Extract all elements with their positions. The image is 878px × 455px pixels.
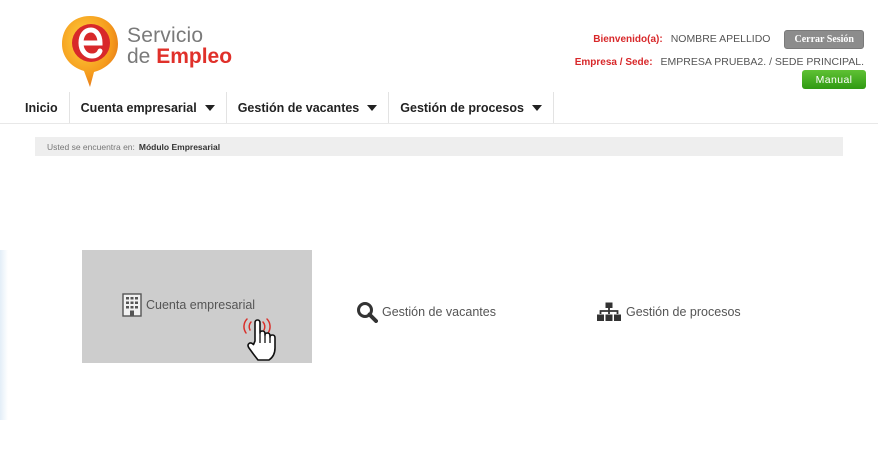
module-label: Cuenta empresarial (146, 298, 256, 312)
hand-pointer-icon (243, 318, 276, 361)
module-gestion-procesos[interactable]: Gestión de procesos (596, 302, 741, 322)
left-edge-glow (0, 250, 8, 420)
nav-item-label: Gestión de vacantes (237, 101, 360, 115)
breadcrumb-prefix: Usted se encuentra en: (47, 141, 135, 152)
nav-item-label: Inicio (25, 101, 58, 115)
caret-down-icon (531, 105, 542, 111)
nav-item-inicio[interactable]: Inicio (22, 92, 70, 124)
logo-empleo: Empleo (156, 45, 233, 68)
nav-item-gestion-procesos[interactable]: Gestión de procesos (389, 92, 554, 124)
module-label: Gestión de procesos (626, 305, 741, 319)
nav-item-label: Gestión de procesos (400, 101, 524, 115)
caret-down-icon (367, 105, 378, 111)
welcome-row: Bienvenido(a): NOMBRE APELLIDO Cerrar Se… (575, 28, 864, 51)
module-gestion-vacantes[interactable]: Gestión de vacantes (356, 301, 496, 323)
logo-line1: Servicio (127, 24, 204, 47)
nav-item-cuenta-empresarial[interactable]: Cuenta empresarial (70, 92, 227, 124)
breadcrumb-current: Módulo Empresarial (138, 141, 221, 152)
welcome-label: Bienvenido(a): (593, 34, 663, 45)
caret-down-icon (204, 105, 215, 111)
search-icon (357, 302, 378, 323)
logo-line2: de Empleo (127, 46, 232, 68)
manual-button[interactable]: Manual (802, 70, 866, 89)
building-icon (122, 293, 142, 317)
breadcrumb: Usted se encuentra en: Módulo Empresaria… (35, 137, 843, 156)
logo-text: Servicio de Empleo (127, 24, 232, 68)
e-logo-icon (62, 16, 118, 87)
nav-divider (0, 123, 878, 124)
sitemap-icon (597, 302, 621, 321)
company-label: Empresa / Sede: (574, 57, 653, 68)
logout-button[interactable]: Cerrar Sesión (784, 30, 864, 49)
module-label: Gestión de vacantes (382, 305, 496, 319)
nav-item-label: Cuenta empresarial (80, 101, 197, 115)
user-info: Bienvenido(a): NOMBRE APELLIDO Cerrar Se… (575, 28, 864, 74)
module-cuenta-empresarial[interactable]: Cuenta empresarial (122, 293, 255, 317)
nav-item-gestion-vacantes[interactable]: Gestión de vacantes (227, 92, 390, 124)
user-name: NOMBRE APELLIDO (670, 33, 771, 45)
logo-de: de (127, 45, 151, 68)
main-nav: Inicio Cuenta empresarial Gestión de vac… (22, 92, 554, 124)
